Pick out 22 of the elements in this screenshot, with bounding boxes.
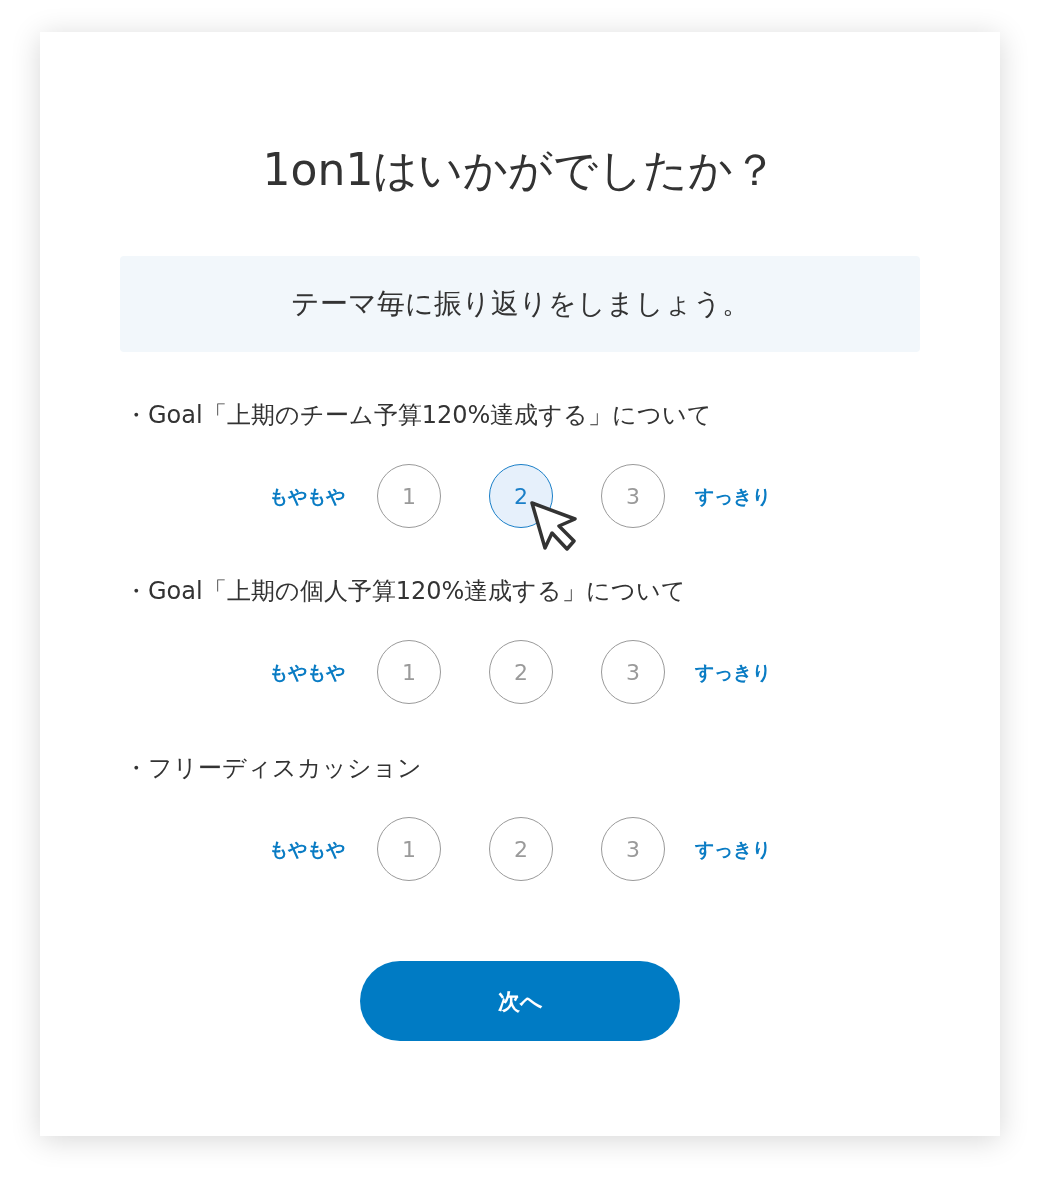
theme-question: ・Goal「上期のチーム予算120%達成する」について (124, 400, 714, 431)
low-scale-label: もやもや (268, 483, 345, 509)
rating-option[interactable]: 3 (601, 817, 665, 881)
rating-option[interactable]: 2 (489, 464, 553, 528)
rating-option[interactable]: 3 (601, 640, 665, 704)
instruction-banner: テーマ毎に振り返りをしましょう。 (120, 256, 920, 352)
rating-option[interactable]: 1 (377, 640, 441, 704)
next-button[interactable]: 次へ (360, 961, 680, 1041)
theme-question: ・Goal「上期の個人予算120%達成する」について (124, 576, 688, 607)
rating-option[interactable]: 1 (377, 464, 441, 528)
low-scale-label: もやもや (268, 659, 345, 685)
mouse-pointer-icon (529, 500, 579, 552)
rating-option[interactable]: 3 (601, 464, 665, 528)
rating-option[interactable]: 2 (489, 817, 553, 881)
page-title: 1on1はいかがでしたか？ (262, 144, 778, 196)
high-scale-label: すっきり (695, 483, 772, 509)
rating-option[interactable]: 2 (489, 640, 553, 704)
rating-option[interactable]: 1 (377, 817, 441, 881)
high-scale-label: すっきり (695, 836, 772, 862)
theme-question: ・フリーディスカッション (124, 753, 423, 784)
high-scale-label: すっきり (695, 659, 772, 685)
low-scale-label: もやもや (268, 836, 345, 862)
